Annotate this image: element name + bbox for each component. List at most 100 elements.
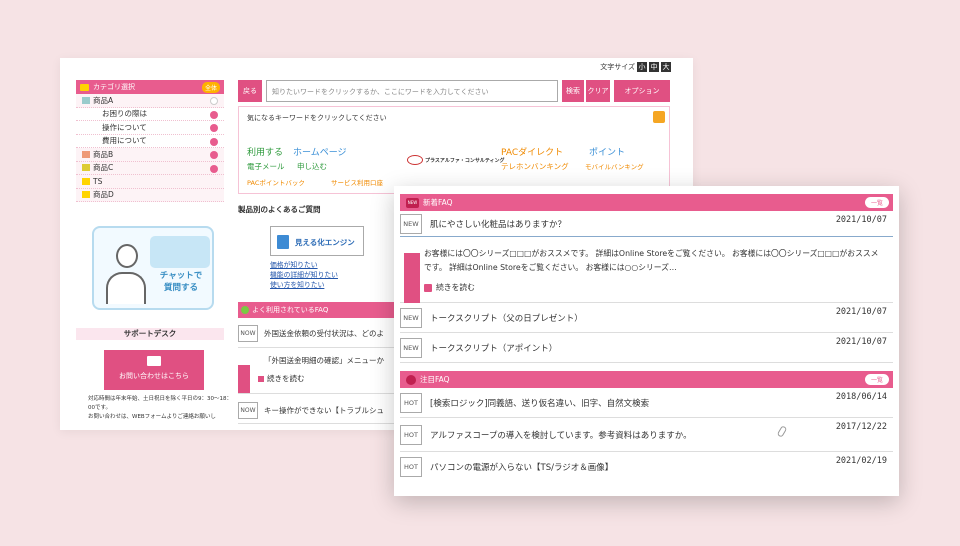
- status-badge: NOW: [238, 325, 258, 342]
- category-label: TS: [93, 176, 103, 186]
- arrow-right-icon: [258, 375, 264, 382]
- operator-icon: [106, 244, 146, 306]
- category-item[interactable]: お困りの際は: [76, 107, 224, 121]
- new-faq-list-button[interactable]: 一覧: [864, 197, 889, 208]
- font-size-large[interactable]: 大: [661, 62, 671, 72]
- status-badge: HOT: [400, 457, 422, 477]
- envelope-icon: [147, 356, 161, 366]
- faq-row[interactable]: NEW 肌にやさしい化粧品はありますか？ 2021/10/07: [400, 211, 893, 237]
- box-icon: [82, 150, 90, 158]
- category-item[interactable]: TS: [76, 175, 224, 189]
- chevron-down-icon[interactable]: [210, 97, 218, 105]
- faq-row[interactable]: NOW 外国送金依頼の受付状況は、どのよ: [238, 320, 398, 348]
- faq-question: パソコンの電源が入らない【TS/ラジオ＆画像】: [430, 463, 614, 473]
- keyword-link[interactable]: 電子メール: [247, 161, 285, 172]
- back-button[interactable]: 戻る: [238, 80, 262, 102]
- popular-faq-header: よく利用されているFAQ: [238, 302, 398, 318]
- category-item[interactable]: 商品B: [76, 148, 224, 162]
- faq-row[interactable]: HOT [検索ロジック]同義語、送り仮名違い、旧字、自然文検索 2018/06/…: [400, 388, 893, 418]
- hot-faq-header: 注目FAQ 一覧: [400, 371, 893, 388]
- faq-question: アルファスコープの導入を検討しています。参考資料はありますか。: [430, 430, 692, 441]
- faq-question: トークスクリプト（アポイント）: [430, 343, 558, 354]
- keyword-link[interactable]: モバイルバンキング: [585, 161, 644, 171]
- category-item[interactable]: 商品C: [76, 161, 224, 175]
- pencil-icon: [82, 164, 90, 172]
- hot-faq-title: 注目FAQ: [420, 375, 450, 384]
- hot-faq-list-button[interactable]: 一覧: [864, 374, 889, 385]
- category-label: 商品B: [93, 149, 114, 159]
- search-button[interactable]: 検索: [562, 80, 584, 102]
- new-faq-header: NEW 新着FAQ 一覧: [400, 194, 893, 211]
- faq-row[interactable]: NEW トークスクリプト（アポイント） 2021/10/07: [400, 333, 893, 363]
- book-icon: [277, 235, 289, 249]
- faq-date: 2021/10/07: [835, 215, 887, 225]
- font-size-switcher: 文字サイズ 小 中 大: [600, 62, 671, 72]
- faq-link[interactable]: 使い方を知りたい: [270, 280, 338, 290]
- answer-marker: [404, 253, 420, 303]
- clear-button[interactable]: クリア: [586, 80, 610, 102]
- chevron-left-icon[interactable]: [210, 137, 218, 146]
- chevron-left-icon[interactable]: [210, 151, 218, 159]
- chat-label: チャットで 質問する: [159, 271, 203, 293]
- category-label: お困りの際は: [102, 109, 147, 119]
- font-size-medium[interactable]: 中: [649, 62, 659, 72]
- faq-question: 肌にやさしい化粧品はありますか？: [430, 219, 567, 230]
- font-size-label: 文字サイズ: [600, 63, 635, 71]
- option-button[interactable]: オプション: [614, 80, 670, 102]
- mieruka-engine-button[interactable]: 見える化エンジン: [270, 226, 364, 256]
- contact-button[interactable]: お問い合わせはこちら: [104, 350, 204, 390]
- chevron-left-icon[interactable]: [210, 124, 218, 132]
- keyword-box: 気になるキーワードをクリックしてください 利用する ホームページ 電子メール 申…: [238, 106, 670, 194]
- faq-link[interactable]: 機能の詳細が知りたい: [270, 270, 338, 280]
- keyword-link[interactable]: PACポイントバック: [247, 177, 305, 187]
- status-badge: HOT: [400, 392, 422, 413]
- keyword-link[interactable]: PACダイレクト: [501, 145, 563, 158]
- chevron-left-icon[interactable]: [210, 164, 218, 173]
- paperclip-icon: [776, 425, 788, 438]
- faq-date: 2021/02/19: [835, 456, 887, 466]
- category-item[interactable]: 操作について: [76, 121, 224, 135]
- keyword-link[interactable]: 利用する: [247, 145, 283, 158]
- category-item[interactable]: 商品A: [76, 94, 224, 108]
- status-badge: NEW: [400, 337, 422, 358]
- chat-button[interactable]: チャットで 質問する: [92, 226, 214, 310]
- faq-date: 2021/10/07: [835, 307, 887, 317]
- category-header-label: カテゴリ選択: [93, 83, 135, 91]
- faq-question: [検索ロジック]同義語、送り仮名違い、旧字、自然文検索: [430, 398, 650, 409]
- new-faq-title: 新着FAQ: [423, 198, 453, 207]
- all-categories-button[interactable]: 全体: [201, 82, 220, 93]
- support-note: 対応時間は年末年始、土日祝日を除く平日の9：30〜18：00です。 お問い合わせは…: [88, 396, 232, 420]
- category-item[interactable]: 商品D: [76, 188, 224, 202]
- keyword-box-title: 気になるキーワードをクリックしてください: [247, 114, 387, 122]
- keyword-link[interactable]: ポイント: [589, 145, 625, 158]
- faq-row[interactable]: HOT パソコンの電源が入らない【TS/ラジオ＆画像】 2021/02/19: [400, 452, 893, 482]
- faq-link[interactable]: 価格が知りたい: [270, 260, 338, 270]
- keyword-link[interactable]: テレホンバンキング: [501, 161, 569, 172]
- chevron-left-icon[interactable]: [210, 110, 218, 119]
- status-badge: NEW: [400, 213, 422, 234]
- contact-label: お問い合わせはこちら: [119, 372, 189, 380]
- upload-icon[interactable]: [653, 111, 665, 123]
- faq-row[interactable]: NOW キー操作ができない【トラブルシュ: [238, 398, 398, 424]
- new-badge-icon: NEW: [406, 197, 419, 208]
- category-header: カテゴリ選択 全体: [76, 80, 224, 94]
- keyword-link[interactable]: サービス利用口座: [331, 177, 383, 187]
- faq-answer-preview: お客様には〇〇シリーズ□□□がおススメです。 詳細はOnline Storeをご…: [400, 237, 893, 303]
- faq-date: 2021/10/07: [835, 337, 887, 347]
- faq-date: 2017/12/22: [835, 422, 887, 432]
- category-label: 商品C: [93, 163, 114, 173]
- font-size-small[interactable]: 小: [637, 62, 647, 72]
- product-faq-links: 価格が知りたい 機能の詳細が知りたい 使い方を知りたい: [270, 260, 338, 290]
- faq-row[interactable]: HOT アルファスコープの導入を検討しています。参考資料はありますか。 2017…: [400, 418, 893, 452]
- faq-list-window: NEW 新着FAQ 一覧 NEW 肌にやさしい化粧品はありますか？ 2021/1…: [394, 186, 899, 496]
- faq-read-more[interactable]: 続きを読む: [238, 364, 398, 394]
- category-label: 操作について: [102, 122, 147, 132]
- keyword-link[interactable]: ホームページ: [293, 145, 347, 158]
- faq-row[interactable]: NEW トークスクリプト（父の日プレゼント） 2021/10/07: [400, 303, 893, 333]
- read-more-link[interactable]: 続きを読む: [424, 281, 885, 295]
- search-input[interactable]: 知りたいワードをクリックするか、ここにワードを入力してください: [266, 80, 558, 102]
- pen-icon: [82, 96, 90, 104]
- keyword-link[interactable]: 申し込む: [297, 161, 327, 172]
- category-item[interactable]: 費用について: [76, 134, 224, 148]
- folder-icon: [82, 191, 90, 199]
